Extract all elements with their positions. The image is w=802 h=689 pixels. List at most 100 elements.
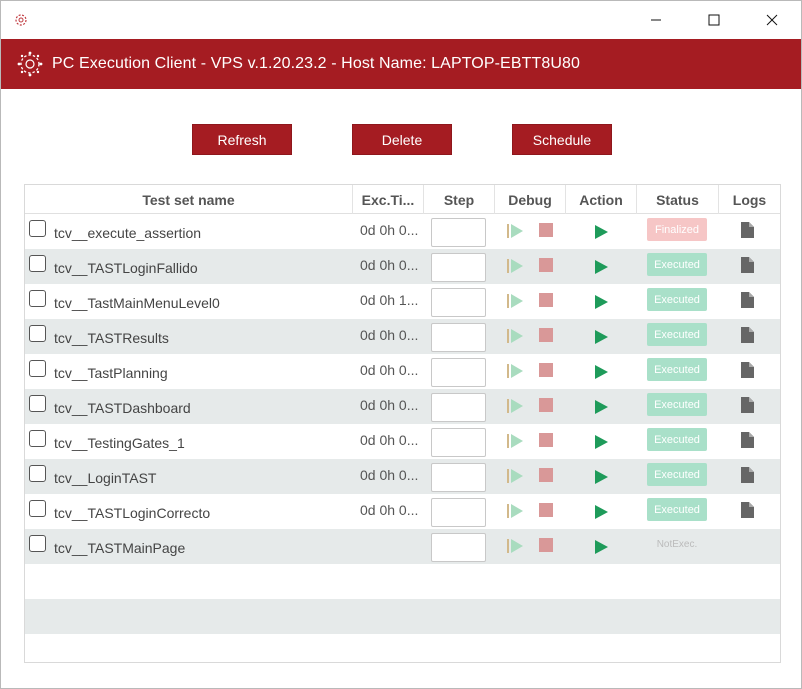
execution-time: 0d 0h 0... [360,327,419,343]
step-input[interactable] [431,218,486,247]
column-header-step[interactable]: Step [424,185,495,214]
test-set-name: tcv__TASTMainPage [54,540,186,556]
virus-logo-icon [17,51,43,77]
stop-icon[interactable] [539,258,553,272]
table-row: tcv__TASTLoginFallido 0d 0h 0... Execute… [25,249,780,284]
status-badge: Executed [647,288,707,311]
step-play-icon[interactable] [506,503,526,519]
step-input[interactable] [431,393,486,422]
step-play-icon[interactable] [506,328,526,344]
step-input[interactable] [431,463,486,492]
minimize-icon [651,19,661,21]
stop-icon[interactable] [539,538,553,552]
table-row: tcv__TASTLoginCorrecto 0d 0h 0... Execut… [25,494,780,529]
execution-time: 0d 0h 0... [360,397,419,413]
schedule-button[interactable]: Schedule [512,124,612,155]
test-set-name: tcv__execute_assertion [54,225,202,241]
minimize-button[interactable] [627,1,685,39]
app-header: PC Execution Client - VPS v.1.20.23.2 - … [1,39,801,89]
column-header-debug[interactable]: Debug [495,185,566,214]
play-icon[interactable] [594,399,609,415]
play-icon[interactable] [594,364,609,380]
stop-icon[interactable] [539,363,553,377]
stop-icon[interactable] [539,503,553,517]
status-badge: Executed [647,358,707,381]
step-input[interactable] [431,358,486,387]
table-row: tcv__TastPlanning 0d 0h 0... Executed [25,354,780,389]
step-play-icon[interactable] [506,363,526,379]
row-checkbox[interactable] [29,430,46,447]
step-play-icon[interactable] [506,293,526,309]
step-play-icon[interactable] [506,223,526,239]
play-icon[interactable] [594,259,609,275]
step-play-icon[interactable] [506,433,526,449]
step-play-icon[interactable] [506,398,526,414]
step-play-icon[interactable] [506,538,526,554]
execution-time: 0d 0h 1... [360,292,419,308]
row-checkbox[interactable] [29,360,46,377]
row-checkbox[interactable] [29,395,46,412]
maximize-button[interactable] [685,1,743,39]
play-icon[interactable] [594,469,609,485]
step-play-icon[interactable] [506,468,526,484]
play-icon[interactable] [594,504,609,520]
row-checkbox[interactable] [29,465,46,482]
close-icon [766,14,778,26]
document-icon[interactable] [741,362,754,378]
play-icon[interactable] [594,434,609,450]
stop-icon[interactable] [539,223,553,237]
step-input[interactable] [431,533,486,562]
stop-icon[interactable] [539,398,553,412]
stop-icon[interactable] [539,468,553,482]
play-icon[interactable] [594,539,609,555]
column-header-name[interactable]: Test set name [25,185,353,214]
execution-time: 0d 0h 0... [360,467,419,483]
step-input[interactable] [431,498,486,527]
row-checkbox[interactable] [29,220,46,237]
test-set-name: tcv__TastPlanning [54,365,168,381]
document-icon[interactable] [741,327,754,343]
step-input[interactable] [431,323,486,352]
stop-icon[interactable] [539,293,553,307]
document-icon[interactable] [741,502,754,518]
stop-icon[interactable] [539,328,553,342]
row-checkbox[interactable] [29,325,46,342]
execution-time: 0d 0h 0... [360,257,419,273]
document-icon[interactable] [741,257,754,273]
status-badge: Executed [647,498,707,521]
document-icon[interactable] [741,292,754,308]
step-input[interactable] [431,253,486,282]
play-icon[interactable] [594,224,609,240]
empty-row [25,599,780,634]
stop-icon[interactable] [539,433,553,447]
table-row: tcv__TASTDashboard 0d 0h 0... Executed [25,389,780,424]
document-icon[interactable] [741,397,754,413]
step-input[interactable] [431,428,486,457]
maximize-icon [708,14,720,26]
delete-button[interactable]: Delete [352,124,452,155]
column-header-action[interactable]: Action [566,185,637,214]
play-icon[interactable] [594,294,609,310]
close-button[interactable] [743,1,801,39]
execution-time: 0d 0h 0... [360,502,419,518]
table-header: Test set name Exc.Ti... Step Debug Actio… [25,185,780,214]
row-checkbox[interactable] [29,255,46,272]
row-checkbox[interactable] [29,535,46,552]
column-header-time[interactable]: Exc.Ti... [353,185,424,214]
refresh-button[interactable]: Refresh [192,124,292,155]
table-row: tcv__TASTMainPage NotExec. [25,529,780,564]
row-checkbox[interactable] [29,290,46,307]
step-play-icon[interactable] [506,258,526,274]
column-header-logs[interactable]: Logs [719,185,780,214]
row-checkbox[interactable] [29,500,46,517]
app-icon [15,14,27,26]
os-title-bar [1,1,801,39]
document-icon[interactable] [741,222,754,238]
document-icon[interactable] [741,432,754,448]
column-header-status[interactable]: Status [637,185,719,214]
document-icon[interactable] [741,467,754,483]
play-icon[interactable] [594,329,609,345]
step-input[interactable] [431,288,486,317]
table-row: tcv__TestingGates_1 0d 0h 0... Executed [25,424,780,459]
status-badge: Finalized [647,218,707,241]
